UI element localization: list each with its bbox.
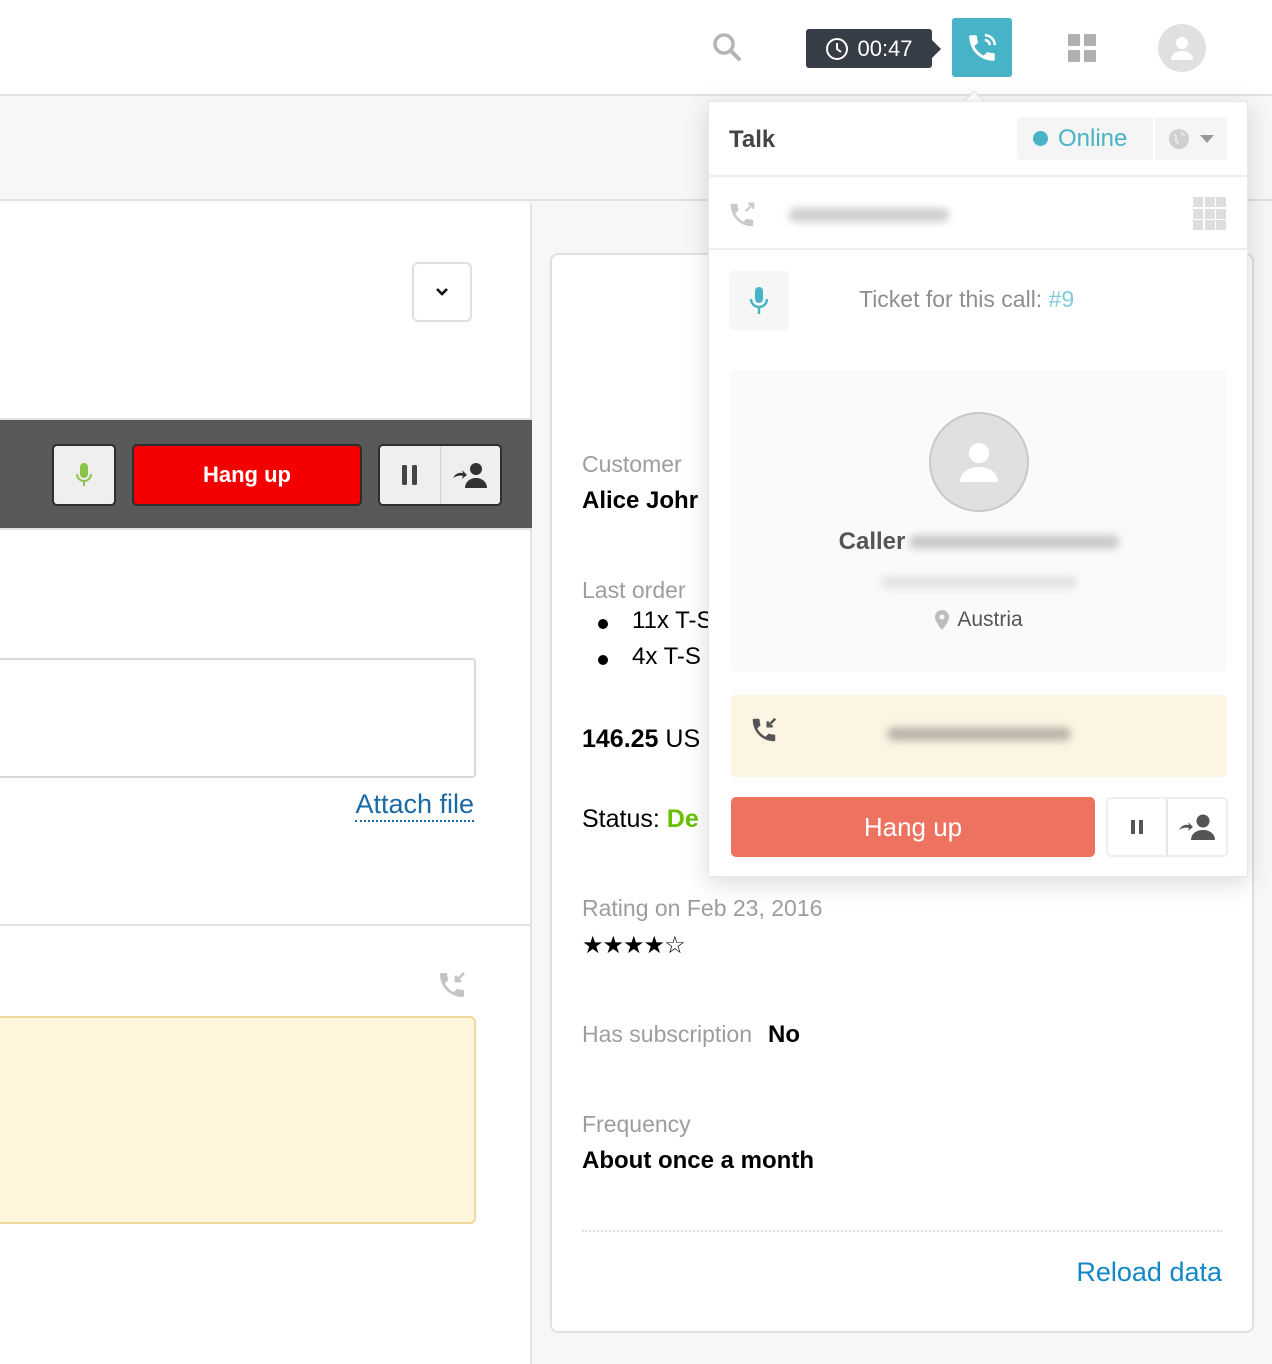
inbound-line-row	[731, 695, 1227, 777]
location-pin-icon	[935, 610, 950, 630]
order-total-amount: 146.25	[582, 725, 659, 753]
transfer-button[interactable]	[1166, 799, 1226, 855]
user-avatar-icon	[960, 443, 998, 482]
transfer-button[interactable]	[439, 446, 501, 504]
chevron-down-icon	[436, 288, 448, 296]
caller-country: Austria	[957, 608, 1023, 631]
ticket-link[interactable]: #9	[1049, 286, 1075, 312]
talk-popover: Talk Online Ticket for this call: #9 Cal…	[708, 101, 1249, 877]
ticket-pane: Hang up Attach file	[0, 203, 532, 1364]
reload-data-link[interactable]: Reload data	[1076, 1257, 1222, 1288]
status-label: Online	[1058, 124, 1128, 152]
globe-icon	[1169, 128, 1189, 149]
order-status: Status: De	[582, 805, 699, 834]
section-divider	[0, 924, 532, 926]
last-order-list: 11x T-S 4x T-S	[582, 607, 712, 679]
microphone-icon	[749, 286, 769, 314]
dial-number-input[interactable]	[769, 194, 969, 238]
call-timer: 00:47	[806, 29, 941, 68]
timer-value: 00:47	[857, 35, 913, 61]
redacted-phone-number	[789, 208, 949, 222]
apps-grid-icon[interactable]	[1068, 34, 1096, 62]
user-avatar-icon	[1171, 37, 1193, 60]
order-total: 146.25 US	[582, 725, 700, 754]
frequency-value: About once a month	[582, 1147, 814, 1174]
redacted-caller-number	[909, 535, 1120, 549]
hold-button[interactable]	[1108, 799, 1166, 855]
subscription-row: Has subscription No	[582, 1021, 800, 1049]
options-dropdown-button[interactable]	[412, 262, 472, 322]
order-item: 11x T-S	[582, 607, 712, 643]
talk-button[interactable]	[952, 18, 1012, 77]
comment-input[interactable]	[0, 658, 476, 778]
order-total-currency: US	[665, 725, 701, 753]
outgoing-call-icon	[727, 200, 757, 230]
transfer-user-icon	[1179, 814, 1215, 840]
call-note-box	[0, 1016, 476, 1224]
status-dot	[1033, 131, 1048, 146]
customer-label: Customer	[582, 451, 682, 477]
call-actions-group	[378, 444, 502, 506]
language-selector[interactable]	[1155, 117, 1227, 160]
transfer-user-icon	[453, 463, 488, 488]
mute-button[interactable]	[729, 271, 789, 330]
hang-up-button[interactable]: Hang up	[132, 444, 362, 506]
card-divider	[582, 1230, 1222, 1232]
incoming-call-icon	[436, 969, 468, 1001]
popover-title: Talk	[729, 126, 776, 153]
status-label: Status:	[582, 805, 660, 833]
caller-name-row: Caller	[731, 528, 1227, 556]
customer-name: Alice Johr	[582, 487, 699, 514]
pause-icon	[1131, 820, 1143, 834]
attach-file-link[interactable]: Attach file	[355, 788, 474, 822]
last-order-label: Last order	[582, 577, 686, 603]
subscription-value: No	[768, 1021, 801, 1048]
search-icon[interactable]	[710, 30, 744, 64]
rating-stars: ★★★★☆	[582, 932, 686, 959]
caller-avatar	[929, 412, 1029, 512]
frequency-label: Frequency	[582, 1111, 691, 1137]
clock-icon	[826, 37, 849, 60]
incoming-call-icon	[749, 715, 779, 745]
top-bar: 00:47	[0, 0, 1272, 96]
rating-label: Rating on Feb 23, 2016	[582, 895, 823, 921]
redacted-caller-subtitle	[881, 576, 1077, 588]
mute-button[interactable]	[52, 444, 116, 506]
status-value: De	[666, 805, 699, 833]
ticket-prefix: Ticket for this call:	[859, 286, 1043, 312]
user-avatar[interactable]	[1158, 24, 1206, 72]
call-actions-group	[1106, 797, 1228, 857]
popover-divider	[709, 248, 1249, 250]
caret-down-icon	[1200, 134, 1214, 143]
keypad-icon[interactable]	[1193, 197, 1226, 230]
hold-button[interactable]	[380, 446, 440, 504]
subscription-label: Has subscription	[582, 1021, 753, 1047]
hang-up-button[interactable]: Hang up	[731, 797, 1095, 857]
availability-status-button[interactable]: Online	[1017, 117, 1153, 160]
microphone-icon	[76, 463, 92, 486]
popover-divider	[709, 175, 1249, 177]
call-control-bar: Hang up	[0, 418, 532, 530]
order-item: 4x T-S	[582, 643, 712, 679]
caller-location: Austria	[731, 608, 1227, 632]
caller-card: Caller Austria	[731, 370, 1227, 672]
ticket-info: Ticket for this call: #9	[859, 286, 1074, 313]
caller-label: Caller	[838, 528, 906, 555]
pause-icon	[401, 465, 417, 485]
redacted-inbound-number	[887, 727, 1071, 741]
phone-ringing-icon	[969, 33, 997, 61]
